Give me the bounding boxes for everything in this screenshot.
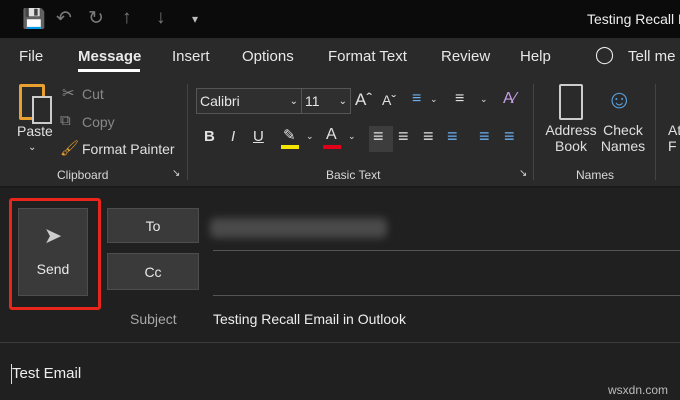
send-label: Send: [36, 261, 70, 277]
cc-input[interactable]: [213, 254, 680, 294]
attach-label-2: F: [668, 138, 677, 154]
watermark: wsxdn.com: [608, 383, 669, 397]
check-names-icon: ☺: [606, 84, 633, 114]
chevron-down-icon[interactable]: ⌄: [430, 94, 438, 105]
font-color-icon[interactable]: A: [326, 126, 337, 144]
message-body[interactable]: Test Email: [12, 365, 81, 382]
basic-text-group-label: Basic Text: [326, 168, 381, 182]
tab-review[interactable]: Review: [441, 48, 490, 65]
increase-indent-icon[interactable]: ≡: [504, 126, 515, 147]
styles-icon[interactable]: A∕: [503, 90, 516, 108]
grow-font-icon[interactable]: Aˆ: [355, 90, 372, 110]
tab-options[interactable]: Options: [242, 48, 294, 65]
italic-button[interactable]: I: [231, 128, 235, 145]
check-names-button[interactable]: Check Names: [598, 122, 648, 154]
up-arrow-icon[interactable]: ↑: [122, 7, 132, 29]
active-tab-underline: [78, 69, 140, 72]
paste-page-icon: [32, 96, 52, 124]
names-group-label: Names: [576, 168, 615, 182]
to-field-line: [213, 250, 680, 251]
divider: [0, 186, 680, 188]
chevron-down-icon[interactable]: ⌄: [348, 131, 356, 142]
paste-button[interactable]: Paste: [17, 123, 53, 139]
address-book-icon: [559, 84, 583, 120]
down-arrow-icon[interactable]: ↓: [156, 7, 166, 29]
subject-input[interactable]: Testing Recall Email in Outlook: [213, 311, 406, 327]
address-book-label-1: Address: [545, 122, 597, 138]
paste-dropdown-icon[interactable]: ⌄: [28, 142, 36, 153]
undo-icon[interactable]: ↶: [56, 7, 72, 30]
divider: [0, 342, 680, 343]
tell-me-search[interactable]: Tell me: [628, 48, 676, 65]
address-book-label-2: Book: [555, 138, 587, 154]
redo-icon[interactable]: ↻: [88, 7, 104, 30]
attach-label-1: At: [668, 122, 680, 138]
align-right-icon[interactable]: ≡: [423, 126, 434, 147]
bullets-icon[interactable]: ≡: [412, 90, 421, 108]
chevron-down-icon: ⌄: [338, 96, 347, 107]
divider: [655, 84, 656, 180]
check-names-label-1: Check: [603, 122, 643, 138]
tab-insert[interactable]: Insert: [172, 48, 210, 65]
lightbulb-icon: ◯: [595, 45, 615, 64]
divider: [187, 84, 188, 180]
decrease-indent-icon[interactable]: ≡: [479, 126, 490, 147]
font-name-value: Calibri: [200, 93, 240, 109]
check-names-label-2: Names: [600, 138, 646, 154]
cc-field-line: [213, 295, 680, 296]
font-color-swatch: [323, 145, 341, 149]
to-button[interactable]: To: [107, 208, 199, 243]
bold-button[interactable]: B: [204, 128, 215, 145]
chevron-down-icon[interactable]: ⌄: [480, 94, 488, 105]
send-icon: ➤: [43, 223, 63, 248]
cut-button[interactable]: Cut: [82, 86, 104, 102]
cut-icon: ✂: [62, 85, 75, 102]
shrink-font-icon[interactable]: Aˇ: [382, 92, 396, 108]
justify-icon[interactable]: ≡: [447, 126, 458, 147]
basic-text-launcher-icon[interactable]: ↘: [519, 168, 527, 179]
copy-icon: ⧉: [60, 112, 71, 129]
copy-button[interactable]: Copy: [82, 114, 115, 130]
tab-file[interactable]: File: [19, 48, 43, 65]
underline-button[interactable]: U: [253, 128, 264, 145]
numbering-icon[interactable]: ≡: [455, 90, 464, 108]
format-painter-button[interactable]: Format Painter: [82, 141, 175, 157]
font-size-value: 11: [305, 93, 320, 109]
font-size-dropdown[interactable]: 11 ⌄: [301, 88, 351, 114]
divider: [533, 84, 534, 180]
send-button[interactable]: ➤ Send: [18, 208, 88, 296]
align-center-icon[interactable]: ≡: [398, 126, 409, 147]
address-book-button[interactable]: Address Book: [545, 122, 597, 154]
window-title: Testing Recall Em: [587, 11, 680, 27]
chevron-down-icon[interactable]: ⌄: [306, 131, 314, 142]
to-recipient-blurred[interactable]: [210, 218, 387, 238]
customize-icon[interactable]: ▾: [192, 12, 198, 26]
subject-label: Subject: [130, 311, 177, 327]
tab-message[interactable]: Message: [78, 48, 141, 65]
attach-file-button[interactable]: At F: [668, 122, 680, 154]
cc-button[interactable]: Cc: [107, 253, 199, 290]
align-left-icon: ≡: [373, 126, 384, 146]
tab-format-text[interactable]: Format Text: [328, 48, 407, 65]
clipboard-launcher-icon[interactable]: ↘: [172, 168, 180, 179]
font-name-dropdown[interactable]: Calibri ⌄: [196, 88, 302, 114]
highlight-color-swatch: [281, 145, 299, 149]
save-icon[interactable]: 💾: [22, 7, 46, 31]
clipboard-group-label: Clipboard: [57, 168, 109, 182]
highlight-icon[interactable]: ✎: [283, 126, 296, 144]
chevron-down-icon: ⌄: [289, 96, 298, 107]
tab-help[interactable]: Help: [520, 48, 551, 65]
format-painter-icon: 🖌: [60, 140, 80, 157]
